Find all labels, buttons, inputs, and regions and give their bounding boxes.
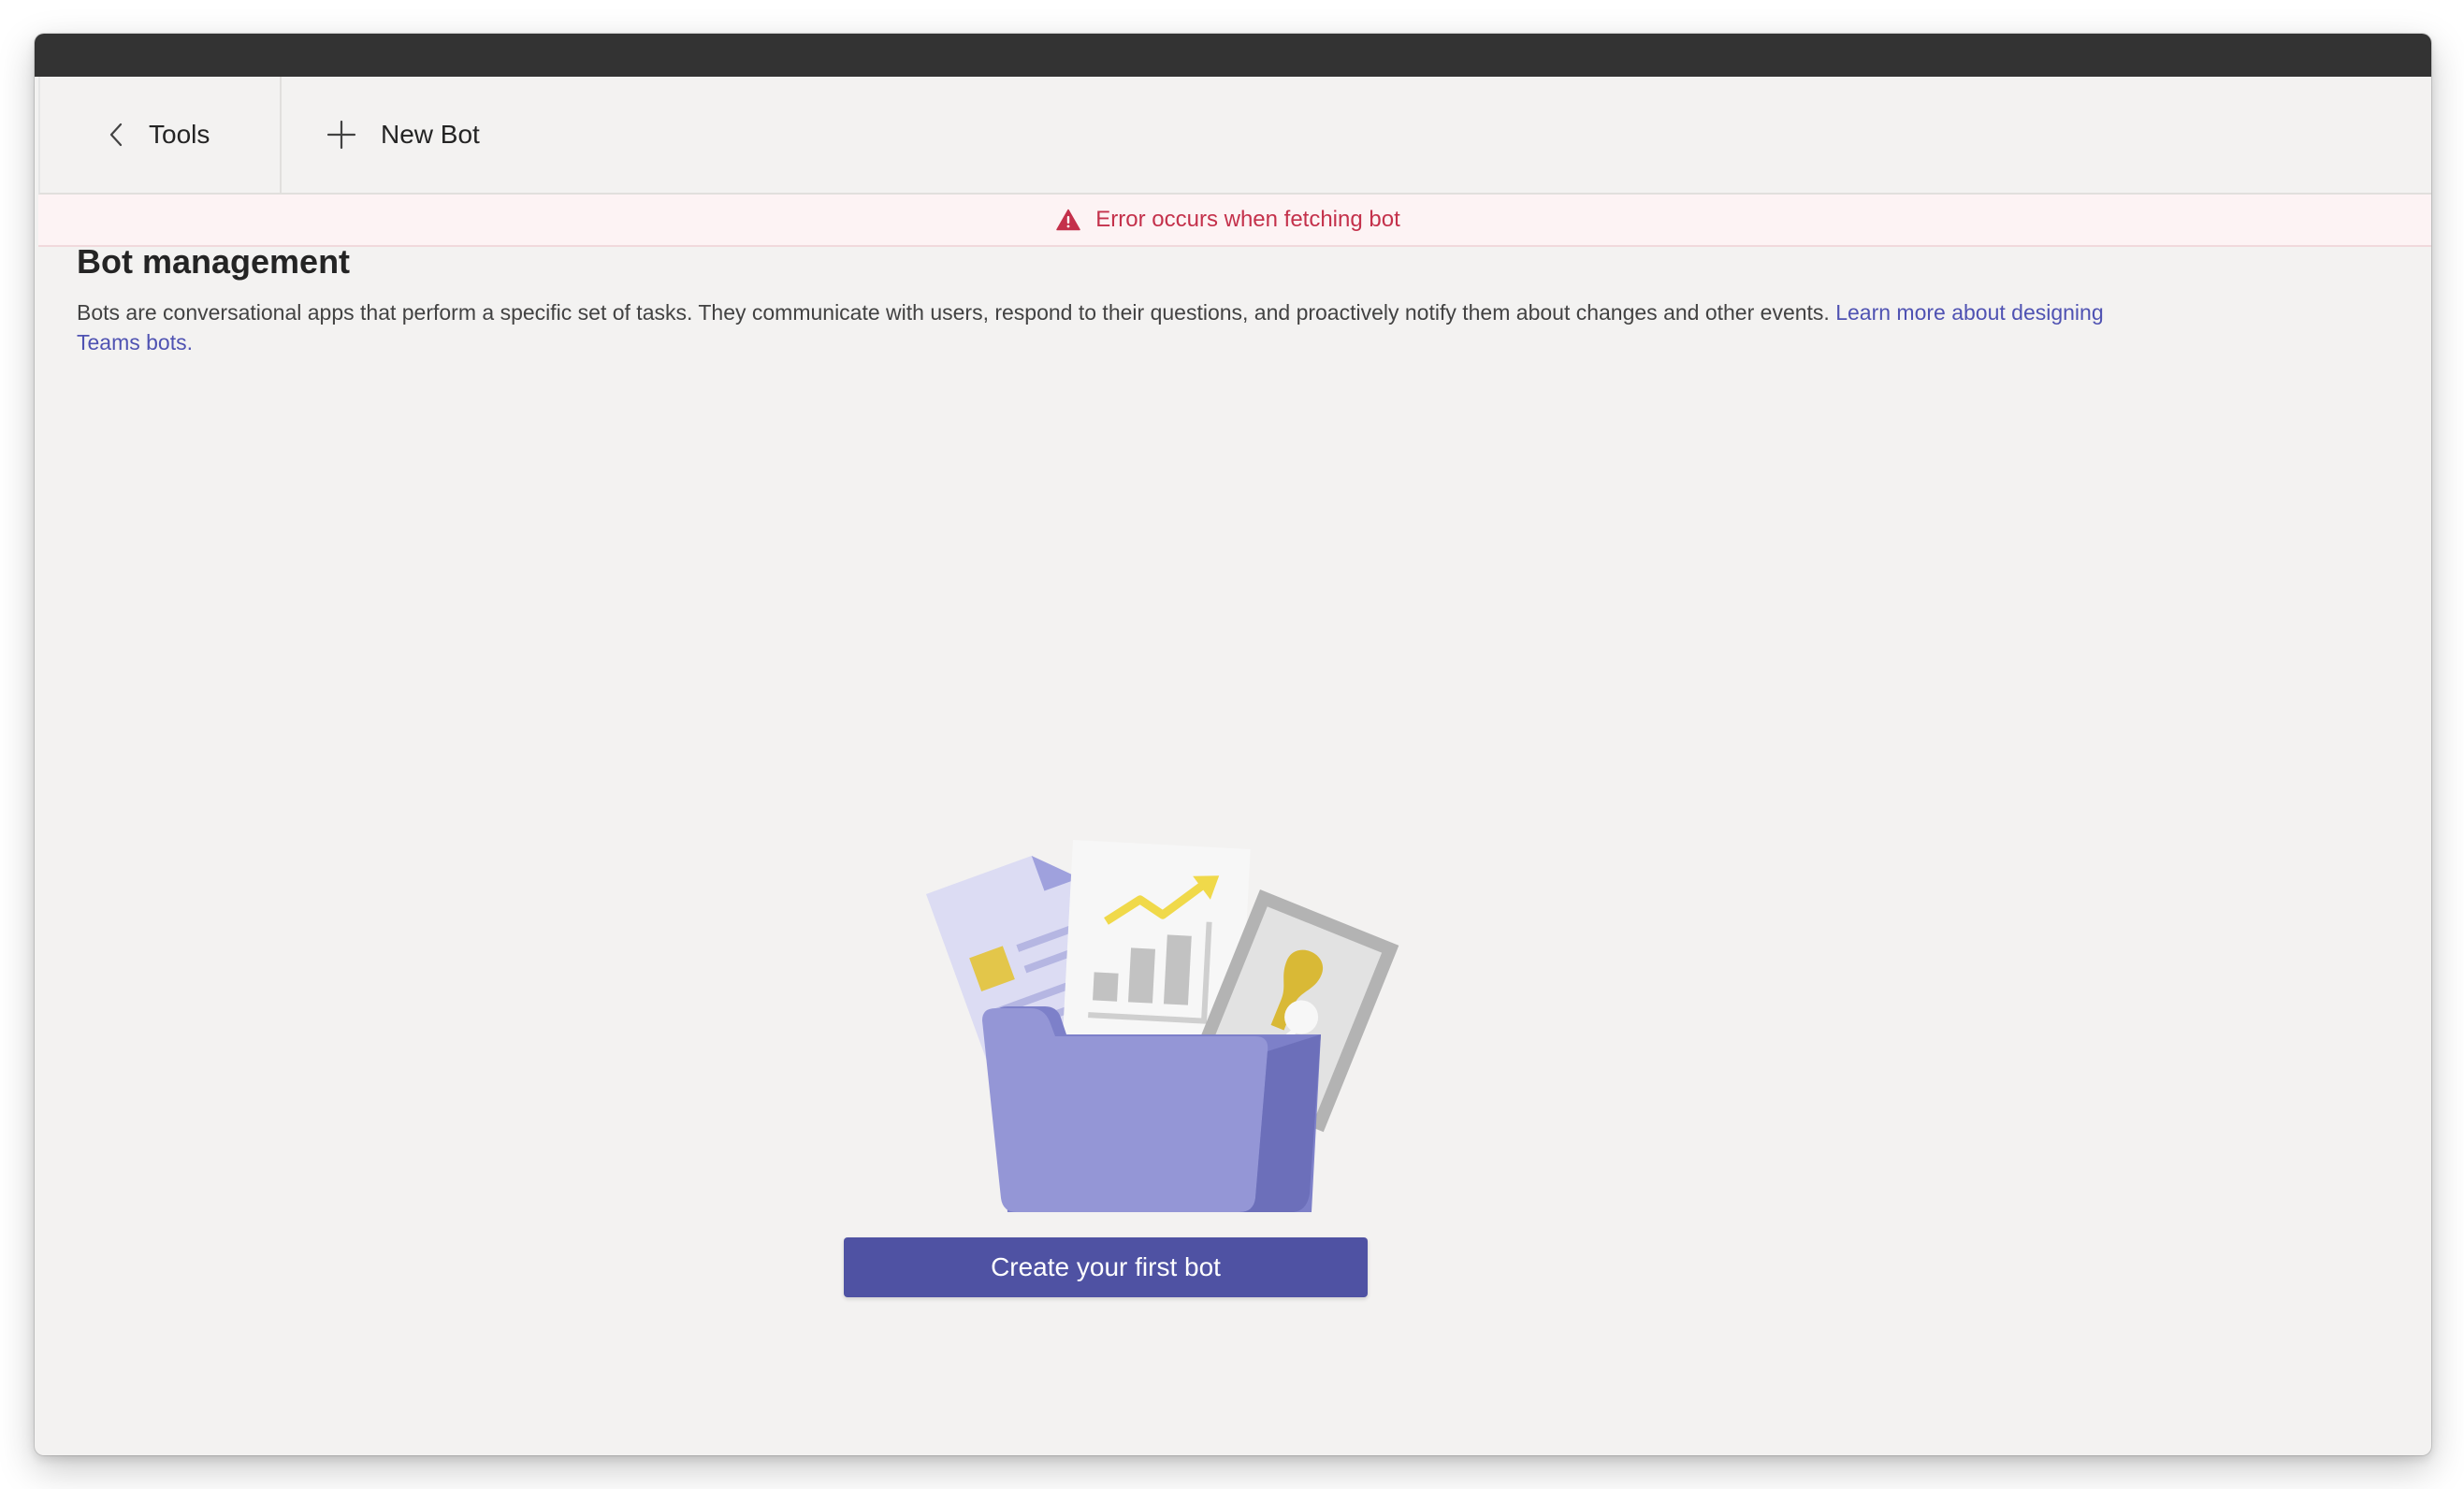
back-button-label: Tools <box>149 120 210 149</box>
page-title: Bot management <box>77 242 351 281</box>
error-message: Error occurs when fetching bot <box>1095 207 1400 232</box>
description-text: Bots are conversational apps that perfor… <box>77 300 1836 325</box>
page-description: Bots are conversational apps that perfor… <box>77 297 2125 357</box>
app-window: Tools New Bot Error occurs when fetching… <box>35 34 2431 1455</box>
new-bot-button[interactable]: New Bot <box>282 77 480 193</box>
create-first-bot-button[interactable]: Create your first bot <box>844 1237 1368 1297</box>
new-bot-label: New Bot <box>381 120 480 149</box>
warning-triangle-icon <box>1056 209 1080 231</box>
window-titlebar <box>35 34 2431 77</box>
empty-folder-illustration <box>844 801 1405 1222</box>
chevron-left-icon <box>109 123 123 147</box>
plus-icon <box>326 120 356 150</box>
main-content: Bot management Bots are conversational a… <box>77 239 2172 357</box>
toolbar: Tools New Bot <box>38 77 2431 195</box>
back-to-tools-button[interactable]: Tools <box>40 77 282 193</box>
